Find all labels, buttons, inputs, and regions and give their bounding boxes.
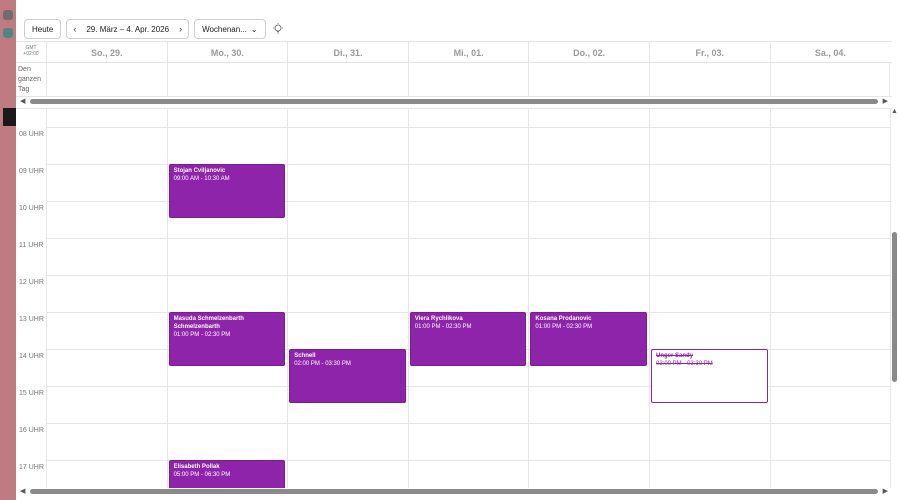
event-time: 01:00 PM - 02:30 PM [535,324,593,330]
view-select[interactable]: Wochenan... ⌄ [194,19,266,39]
event-title: Masuda Schmelzenbarth [173,316,244,322]
hour-label: 14 UHR [19,353,44,360]
day-column-divider [46,109,47,488]
event-title: Kosana Prodanovic [535,316,592,322]
date-range-picker[interactable]: ‹ 29. März – 4. Apr. 2026 › [66,19,190,39]
event-time: 02:00 PM - 03:30 PM [656,361,713,367]
calendar-toolbar: Heute ‹ 29. März – 4. Apr. 2026 › Wochen… [24,19,285,39]
scroll-left-icon[interactable]: ◀ [20,487,25,496]
hour-label: 09 UHR [19,168,44,175]
day-header[interactable]: Mi., 01. [407,42,529,63]
event-title: Schmelzenbarth [173,324,220,330]
calendar-event[interactable]: Elisabeth Pollak 05:00 PM - 06:30 PM [168,460,286,488]
scroll-right-icon[interactable]: ▶ [883,97,888,106]
all-day-cell[interactable] [166,63,288,97]
hour-label: 13 UHR [19,316,44,323]
hour-label: 11 UHR [19,242,44,249]
hour-line [46,275,890,276]
day-column-divider [649,109,650,488]
hour-label: 17 UHR [19,464,44,471]
horizontal-scrollbar[interactable]: ◀ ▶ [16,97,892,106]
event-time: 01:00 PM - 02:30 PM [414,324,472,330]
hour-label: 10 UHR [19,205,44,212]
app-icon[interactable] [3,28,13,38]
day-header[interactable]: Sa., 04. [769,42,891,63]
event-title: Viera Rychlikova [414,316,463,322]
all-day-row: Den ganzen Tag [16,63,892,97]
day-column-divider [528,109,530,488]
app-icon[interactable] [3,10,13,20]
scroll-right-icon[interactable]: ▶ [883,487,888,496]
scroll-up-icon[interactable]: ▲ [891,108,898,115]
hour-label: 12 UHR [19,279,44,286]
event-time: 05:00 PM - 06:30 PM [173,472,231,478]
all-day-cell[interactable] [649,63,770,97]
all-day-cell[interactable] [287,63,408,97]
calendar-event[interactable]: Schnell 02:00 PM - 03:30 PM [289,349,406,403]
all-day-cell[interactable] [407,63,529,97]
all-day-label: Den ganzen Tag [18,66,41,93]
timezone-label: GMT +02:00 [23,45,39,57]
hour-line [46,423,890,424]
event-title: Unger Sandy [656,353,694,359]
today-button[interactable]: Heute [24,19,62,39]
day-header[interactable]: So., 29. [46,42,167,63]
hour-line [46,238,890,239]
calendar-event[interactable]: Kosana Prodanovic 01:00 PM - 02:30 PM [530,312,647,366]
day-header[interactable]: Mo., 30. [166,42,288,63]
calendar-event[interactable]: Unger Sandy 02:00 PM - 03:30 PM [651,349,768,403]
all-day-cell[interactable] [769,63,891,97]
event-time: 01:00 PM - 02:30 PM [173,332,231,338]
date-range-label: 29. März – 4. Apr. 2026 [86,24,170,34]
scrollbar-thumb[interactable] [892,232,897,382]
day-header[interactable]: Do., 02. [528,42,649,63]
day-column-divider [769,109,771,488]
day-header[interactable]: Fr., 03. [649,42,770,63]
event-time: 02:00 PM - 03:30 PM [294,361,351,367]
left-app-strip [0,0,16,500]
hour-line [46,127,890,128]
day-column-divider [407,109,409,488]
all-day-cell[interactable] [46,63,167,97]
event-title: Stojan Cviljanovic [173,168,226,174]
calendar-event[interactable]: Viera Rychlikova 01:00 PM - 02:30 PM [409,312,527,366]
chevron-right-icon[interactable]: › [179,24,182,34]
week-view: GMT +02:00 So., 29. Mo., 30. Di., 31. Mi., … [16,41,900,500]
scrollbar-thumb[interactable] [30,489,878,494]
day-column-divider [287,109,289,488]
event-time: 09:00 AM - 10:30 AM [173,176,230,182]
view-select-label: Wochenan... [202,24,247,34]
calendar-event[interactable]: Masuda Schmelzenbarth Schmelzenbarth 01:00… [168,312,286,366]
scroll-left-icon[interactable]: ◀ [20,97,25,106]
hour-label: 08 UHR [19,131,44,138]
day-column-divider [166,109,168,488]
calendar-event[interactable]: Stojan Cviljanovic 09:00 AM - 10:30 AM [168,164,286,218]
hour-label: 15 UHR [19,390,44,397]
lightbulb-icon[interactable] [271,22,285,36]
vertical-scrollbar[interactable]: ▲ [890,108,899,490]
chevron-down-icon: ⌄ [250,24,258,34]
event-title: Schnell [294,353,316,359]
hour-label: 16 UHR [19,427,44,434]
event-title: Elisabeth Pollak [173,464,220,470]
day-header-row: GMT +02:00 So., 29. Mo., 30. Di., 31. Mi., … [16,41,892,63]
time-grid[interactable]: 08 UHR 09 UHR 10 UHR 11 UHR 12 UHR 13 UHR 14 U… [16,108,892,488]
scrollbar-thumb[interactable] [30,99,878,104]
chevron-left-icon[interactable]: ‹ [73,24,76,34]
day-header[interactable]: Di., 31. [287,42,408,63]
horizontal-scrollbar[interactable]: ◀ ▶ [16,487,892,496]
active-indicator [3,108,16,126]
all-day-cell[interactable] [528,63,649,97]
